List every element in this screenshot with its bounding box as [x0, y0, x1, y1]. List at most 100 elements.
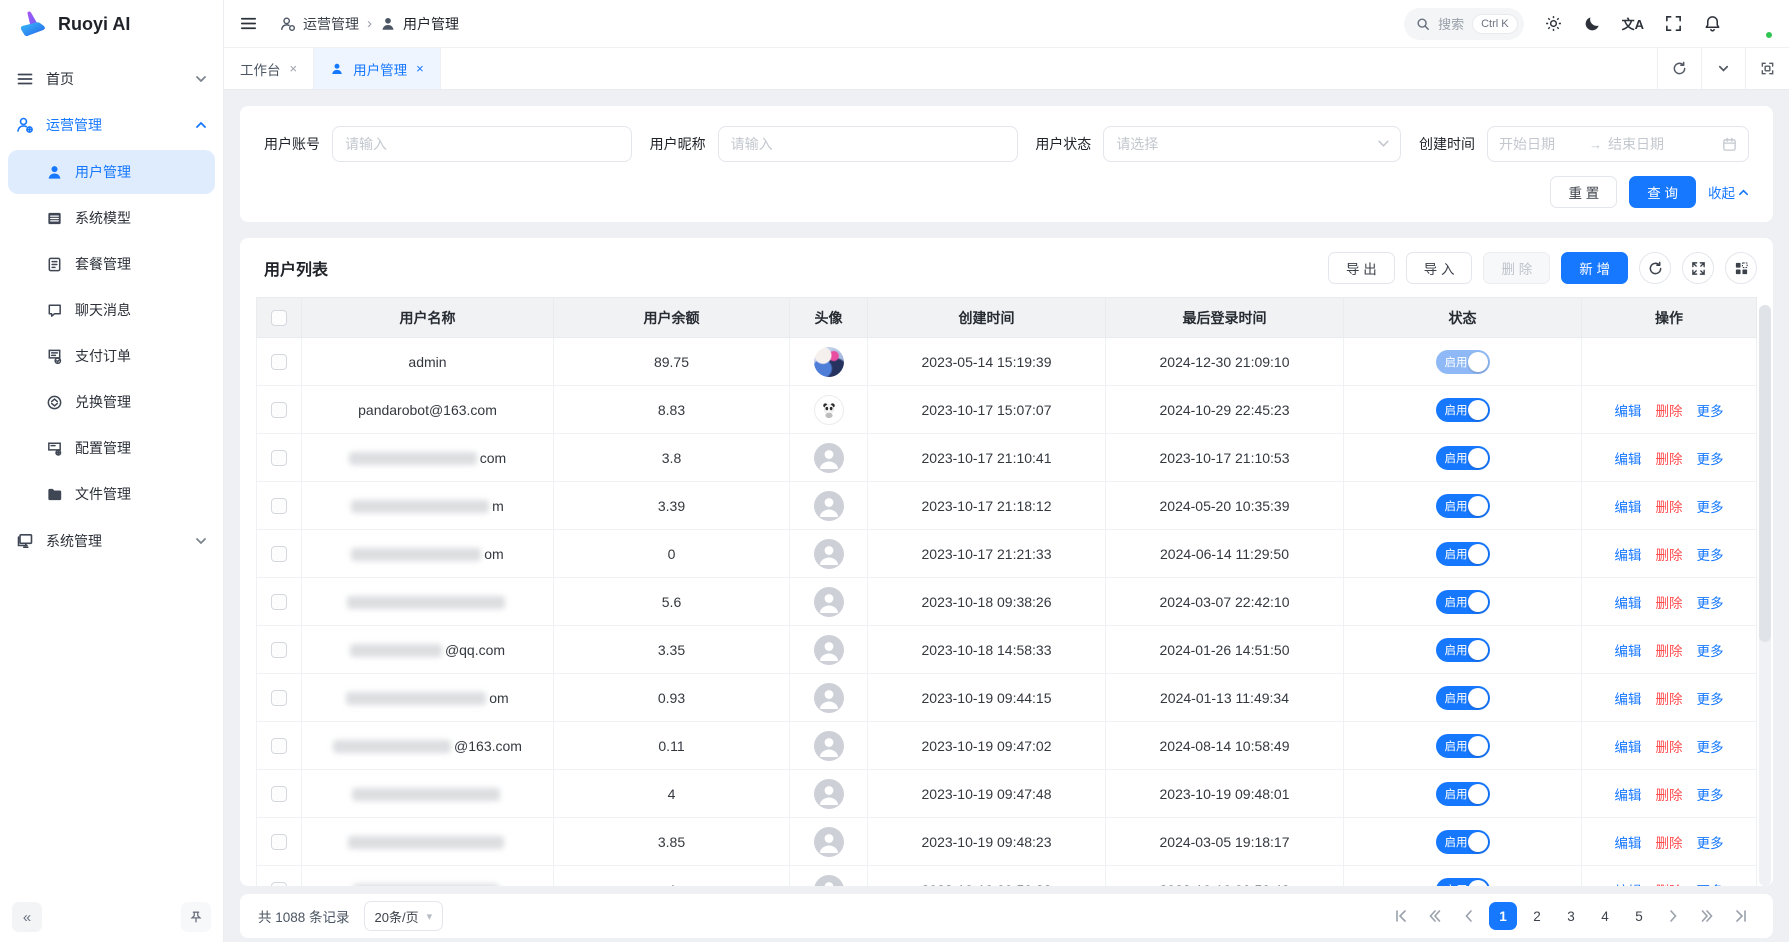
sidebar-item-system-model[interactable]: 系统模型: [8, 196, 215, 240]
status-toggle[interactable]: 启用: [1436, 830, 1490, 854]
brand[interactable]: Ruoyi AI: [0, 0, 223, 48]
delete-link[interactable]: 删除: [1656, 452, 1683, 467]
start-date-input[interactable]: [1499, 136, 1583, 152]
sidebar-item-chat-messages[interactable]: 聊天消息: [8, 288, 215, 332]
edit-link[interactable]: 编辑: [1615, 692, 1642, 707]
edit-link[interactable]: 编辑: [1615, 740, 1642, 755]
sidebar-item-redeem-management[interactable]: 兑换管理: [8, 380, 215, 424]
page-size-select[interactable]: 20条/页 ▾: [364, 901, 444, 931]
next-page-button[interactable]: [1659, 902, 1687, 930]
tab-list-dropdown[interactable]: [1701, 48, 1745, 89]
edit-link[interactable]: 编辑: [1615, 644, 1642, 659]
delete-link[interactable]: 删除: [1656, 596, 1683, 611]
row-checkbox[interactable]: [271, 690, 287, 706]
first-page-button[interactable]: [1387, 902, 1415, 930]
delete-link[interactable]: 删除: [1656, 644, 1683, 659]
more-link[interactable]: 更多: [1697, 692, 1724, 707]
add-button[interactable]: 新 增: [1561, 252, 1628, 284]
nickname-input[interactable]: [718, 126, 1018, 162]
status-toggle[interactable]: 启用: [1436, 638, 1490, 662]
collapse-filters-link[interactable]: 收起: [1708, 182, 1749, 202]
more-link[interactable]: 更多: [1697, 836, 1724, 851]
edit-link[interactable]: 编辑: [1615, 548, 1642, 563]
sidebar-item-user-management[interactable]: 用户管理: [8, 150, 215, 194]
user-avatar[interactable]: [1742, 8, 1773, 39]
notifications-button[interactable]: [1703, 14, 1722, 33]
row-checkbox[interactable]: [271, 642, 287, 658]
row-checkbox[interactable]: [271, 546, 287, 562]
import-button[interactable]: 导 入: [1406, 252, 1473, 284]
delete-link[interactable]: 删除: [1656, 692, 1683, 707]
close-icon[interactable]: ×: [290, 61, 298, 76]
status-select[interactable]: [1103, 126, 1401, 162]
more-link[interactable]: 更多: [1697, 788, 1724, 803]
edit-link[interactable]: 编辑: [1615, 452, 1642, 467]
status-toggle[interactable]: 启用: [1436, 446, 1490, 470]
status-toggle[interactable]: 启用: [1436, 782, 1490, 806]
column-settings-button[interactable]: [1725, 252, 1757, 284]
more-link[interactable]: 更多: [1697, 548, 1724, 563]
edit-link[interactable]: 编辑: [1615, 884, 1642, 887]
more-link[interactable]: 更多: [1697, 452, 1724, 467]
sidebar-item-file-management[interactable]: 文件管理: [8, 472, 215, 516]
last-page-button[interactable]: [1727, 902, 1755, 930]
page-button-4[interactable]: 4: [1591, 902, 1619, 930]
close-icon[interactable]: ×: [416, 61, 424, 76]
delete-button[interactable]: 删 除: [1483, 252, 1550, 284]
row-checkbox[interactable]: [271, 402, 287, 418]
delete-link[interactable]: 删除: [1656, 740, 1683, 755]
tab-workbench[interactable]: 工作台 ×: [224, 48, 314, 89]
search-button[interactable]: 查 询: [1629, 176, 1696, 208]
end-date-input[interactable]: [1608, 136, 1692, 152]
sidebar-collapse-button[interactable]: «: [12, 902, 42, 932]
more-link[interactable]: 更多: [1697, 740, 1724, 755]
account-input[interactable]: [332, 126, 632, 162]
status-toggle[interactable]: 启用: [1436, 542, 1490, 566]
delete-link[interactable]: 删除: [1656, 836, 1683, 851]
scrollbar-thumb[interactable]: [1759, 305, 1771, 642]
edit-link[interactable]: 编辑: [1615, 788, 1642, 803]
status-toggle[interactable]: 启用: [1436, 350, 1490, 374]
edit-link[interactable]: 编辑: [1615, 500, 1642, 515]
more-link[interactable]: 更多: [1697, 404, 1724, 419]
more-link[interactable]: 更多: [1697, 884, 1724, 887]
reset-button[interactable]: 重 置: [1550, 176, 1617, 208]
delete-link[interactable]: 删除: [1656, 548, 1683, 563]
edit-link[interactable]: 编辑: [1615, 404, 1642, 419]
prev-page-button[interactable]: [1455, 902, 1483, 930]
delete-link[interactable]: 删除: [1656, 884, 1683, 887]
page-button-2[interactable]: 2: [1523, 902, 1551, 930]
refresh-table-button[interactable]: [1639, 252, 1671, 284]
status-toggle[interactable]: 启用: [1436, 878, 1490, 887]
breadcrumb-user-management[interactable]: 用户管理: [380, 14, 459, 34]
table-scrollbar[interactable]: [1759, 305, 1771, 886]
sidebar-item-home[interactable]: 首页: [0, 56, 223, 102]
status-toggle[interactable]: 启用: [1436, 494, 1490, 518]
status-toggle[interactable]: 启用: [1436, 686, 1490, 710]
date-range-picker[interactable]: →: [1487, 126, 1749, 162]
more-link[interactable]: 更多: [1697, 596, 1724, 611]
tab-refresh-button[interactable]: [1657, 48, 1701, 89]
fullscreen-button[interactable]: [1664, 14, 1683, 33]
dark-mode-button[interactable]: [1583, 14, 1602, 33]
sidebar-item-package-management[interactable]: 套餐管理: [8, 242, 215, 286]
row-checkbox[interactable]: [271, 786, 287, 802]
page-button-1[interactable]: 1: [1489, 902, 1517, 930]
page-button-5[interactable]: 5: [1625, 902, 1653, 930]
row-checkbox[interactable]: [271, 834, 287, 850]
edit-link[interactable]: 编辑: [1615, 836, 1642, 851]
status-toggle[interactable]: 启用: [1436, 590, 1490, 614]
row-checkbox[interactable]: [271, 738, 287, 754]
status-toggle[interactable]: 启用: [1436, 734, 1490, 758]
sidebar-item-system-management[interactable]: 系统管理: [0, 518, 223, 564]
jump-forward-button[interactable]: [1693, 902, 1721, 930]
language-button[interactable]: 文A: [1622, 14, 1644, 33]
breadcrumb-operation[interactable]: 运营管理: [280, 14, 359, 34]
jump-back-button[interactable]: [1421, 902, 1449, 930]
more-link[interactable]: 更多: [1697, 500, 1724, 515]
sidebar-pin-button[interactable]: [181, 902, 211, 932]
sidebar-item-config-management[interactable]: 配置管理: [8, 426, 215, 470]
fullscreen-table-button[interactable]: [1682, 252, 1714, 284]
status-toggle[interactable]: 启用: [1436, 398, 1490, 422]
sidebar-item-payment-orders[interactable]: 支付订单: [8, 334, 215, 378]
